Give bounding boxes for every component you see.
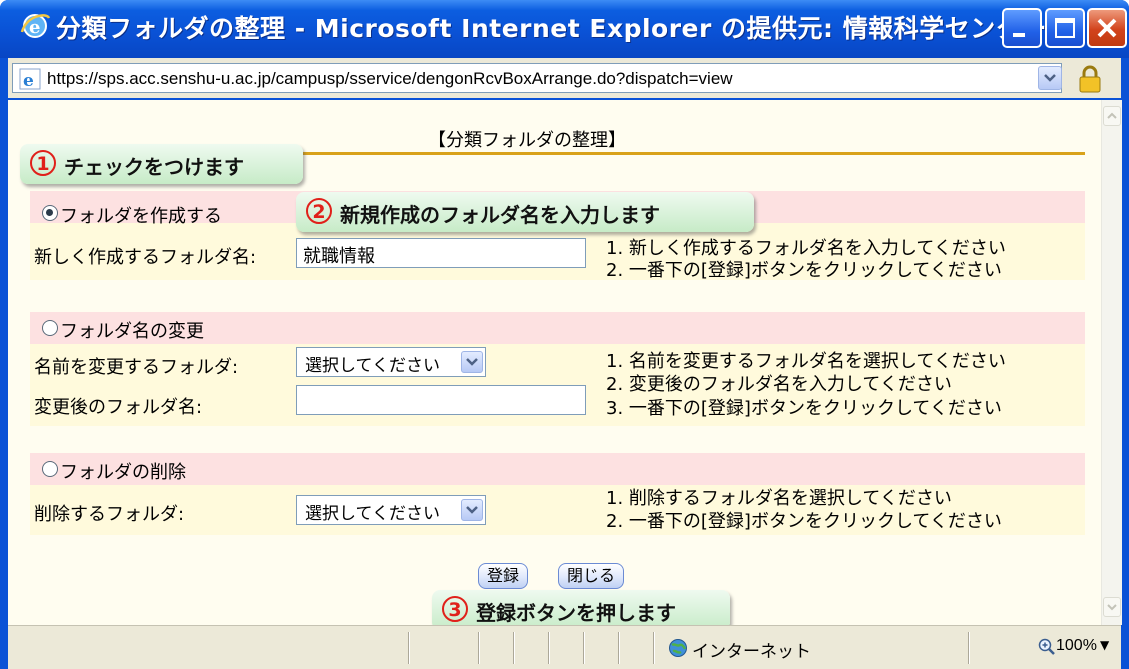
page-content: 【分類フォルダの整理】 フォルダを作成する 新しく作成するフォルダ名: 就職情報… xyxy=(8,100,1101,625)
status-divider xyxy=(513,632,515,664)
register-button[interactable]: 登録 xyxy=(478,563,529,589)
delete-folder-label: フォルダの削除 xyxy=(60,462,186,483)
callout-text: 登録ボタンを押します xyxy=(476,601,676,625)
create-instruction-2: 2. 一番下の[登録]ボタンをクリックしてください xyxy=(606,260,1002,281)
chevron-down-icon xyxy=(1107,604,1117,611)
title-bar[interactable]: e 分類フォルダの整理 - Microsoft Internet Explore… xyxy=(0,0,1129,58)
close-icon xyxy=(1097,18,1117,38)
status-divider xyxy=(618,632,620,664)
maximize-button[interactable] xyxy=(1045,8,1085,48)
callout-text: 新規作成のフォルダ名を入力します xyxy=(340,203,660,227)
status-divider xyxy=(548,632,550,664)
address-bar: e https://sps.acc.senshu-u.ac.jp/campusp… xyxy=(8,58,1121,98)
rename-target-select[interactable]: 選択してください xyxy=(296,347,486,377)
scroll-up-button[interactable] xyxy=(1103,106,1121,126)
new-folder-name-input[interactable]: 就職情報 xyxy=(296,238,586,268)
vertical-scrollbar[interactable] xyxy=(1101,100,1122,625)
delete-target-value: 選択してください xyxy=(305,504,440,524)
status-bar: インターネット 100% ▼ xyxy=(8,625,1121,669)
rename-folder-radio[interactable] xyxy=(42,320,58,336)
zoom-icon[interactable] xyxy=(1038,638,1056,656)
step-number-badge: 1 xyxy=(30,150,56,176)
callout-step-3: 3 登録ボタンを押します xyxy=(432,590,730,625)
delete-folder-radio[interactable] xyxy=(42,461,58,477)
rename-folder-label: フォルダ名の変更 xyxy=(60,321,204,342)
new-folder-name-label: 新しく作成するフォルダ名: xyxy=(34,247,257,268)
delete-target-label: 削除するフォルダ: xyxy=(34,504,185,525)
browser-window: e 分類フォルダの整理 - Microsoft Internet Explore… xyxy=(0,0,1129,669)
scroll-down-button[interactable] xyxy=(1103,597,1121,617)
svg-text:e: e xyxy=(23,71,34,90)
callout-text: チェックをつけます xyxy=(64,155,244,179)
callout-step-2: 2 新規作成のフォルダ名を入力します xyxy=(296,192,754,232)
window-title: 分類フォルダの整理 - Microsoft Internet Explorer … xyxy=(56,14,1047,43)
address-dropdown-button[interactable] xyxy=(1038,66,1062,90)
rename-target-value: 選択してください xyxy=(305,356,440,376)
create-folder-radio[interactable] xyxy=(42,205,58,221)
page-title: 【分類フォルダの整理】 xyxy=(428,130,626,151)
rename-instruction-2: 2. 変更後のフォルダ名を入力してください xyxy=(606,374,952,395)
status-divider xyxy=(653,632,655,664)
lock-icon[interactable] xyxy=(1076,64,1104,94)
chevron-down-icon xyxy=(1044,74,1056,82)
security-zone: インターネット xyxy=(692,642,811,662)
create-folder-label: フォルダを作成する xyxy=(60,206,222,227)
minimize-icon xyxy=(1013,33,1025,37)
step-number-badge: 2 xyxy=(306,198,332,224)
delete-section-header xyxy=(30,453,1085,485)
status-divider xyxy=(478,632,480,664)
internet-explorer-icon: e xyxy=(20,14,51,38)
rename-instruction-3: 3. 一番下の[登録]ボタンをクリックしてください xyxy=(606,398,1002,419)
chevron-down-icon xyxy=(466,506,478,514)
renamed-folder-input[interactable] xyxy=(296,385,586,415)
delete-target-select[interactable]: 選択してください xyxy=(296,495,486,525)
status-divider xyxy=(408,632,410,664)
step-number-badge: 3 xyxy=(442,596,468,622)
new-folder-name-value: 就職情報 xyxy=(303,246,375,267)
callout-step-1: 1 チェックをつけます xyxy=(20,144,303,184)
renamed-folder-label: 変更後のフォルダ名: xyxy=(34,397,203,418)
minimize-button[interactable] xyxy=(1002,8,1042,48)
status-divider xyxy=(583,632,585,664)
globe-icon xyxy=(669,639,687,657)
maximize-icon xyxy=(1055,18,1075,38)
zoom-dropdown-icon[interactable]: ▼ xyxy=(1100,638,1109,652)
zoom-level[interactable]: 100% xyxy=(1056,637,1097,655)
rename-select-dropdown[interactable] xyxy=(461,351,483,373)
rename-target-label: 名前を変更するフォルダ: xyxy=(34,357,239,378)
address-url: https://sps.acc.senshu-u.ac.jp/campusp/s… xyxy=(47,69,733,88)
delete-instruction-2: 2. 一番下の[登録]ボタンをクリックしてください xyxy=(606,511,1002,532)
page-icon: e xyxy=(19,68,41,90)
address-field[interactable]: e https://sps.acc.senshu-u.ac.jp/campusp… xyxy=(12,63,1062,93)
status-divider xyxy=(968,632,970,664)
delete-select-dropdown[interactable] xyxy=(461,499,483,521)
close-window-button[interactable] xyxy=(1087,8,1127,48)
chevron-down-icon xyxy=(466,358,478,366)
close-button[interactable]: 閉じる xyxy=(558,563,625,589)
chevron-up-icon xyxy=(1107,112,1117,119)
